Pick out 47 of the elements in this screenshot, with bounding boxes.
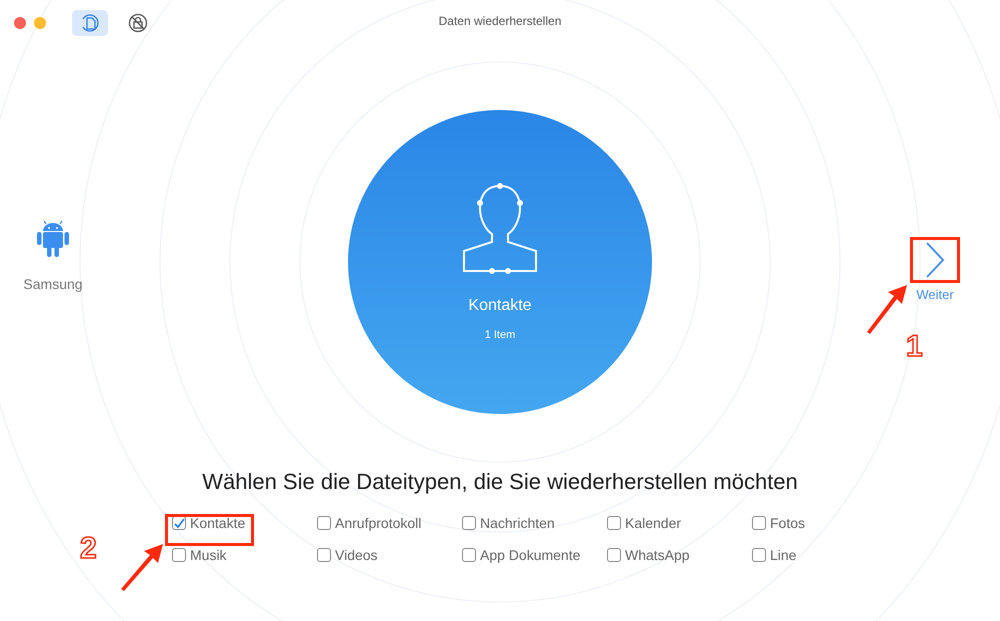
file-type-checkbox[interactable]: Musik <box>172 547 227 563</box>
device-name: Samsung <box>23 276 83 292</box>
file-type-label: Videos <box>335 547 378 563</box>
file-type-label: Line <box>770 547 796 563</box>
file-type-checkbox[interactable]: Line <box>752 547 796 563</box>
file-type-label: Musik <box>190 547 227 563</box>
checkmark-icon <box>174 518 184 528</box>
checkbox[interactable] <box>752 548 766 562</box>
file-type-checkbox[interactable]: Fotos <box>752 515 806 531</box>
checkbox[interactable] <box>462 516 476 530</box>
checkbox[interactable] <box>317 516 331 530</box>
file-type-checkbox[interactable]: Nachrichten <box>462 515 555 531</box>
window-title: Daten wiederherstellen <box>438 14 562 28</box>
checkbox[interactable] <box>607 548 621 562</box>
next-button[interactable]: Weiter <box>910 236 960 302</box>
file-type-label: App Dokumente <box>480 547 580 563</box>
checkbox[interactable] <box>607 516 621 530</box>
file-type-label: Kontakte <box>190 515 246 531</box>
instruction-heading: Wählen Sie die Dateitypen, die Sie wiederherstellen möchten <box>201 469 799 495</box>
document-restore-icon <box>80 12 100 32</box>
checkbox[interactable] <box>462 548 476 562</box>
file-type-label: Kalender <box>625 515 682 531</box>
checkbox[interactable] <box>172 516 186 530</box>
lock-crossed-icon <box>128 12 148 32</box>
close-button[interactable] <box>14 16 26 28</box>
file-type-checkbox[interactable]: App Dokumente <box>462 547 580 563</box>
file-type-label: Fotos <box>770 515 806 531</box>
file-type-label: WhatsApp <box>625 547 690 563</box>
file-type-checkbox[interactable]: Kontakte <box>172 515 246 531</box>
file-type-label: Nachrichten <box>480 515 555 531</box>
file-type-checkbox[interactable]: Videos <box>317 547 378 563</box>
pointer-arrow <box>866 284 908 334</box>
file-type-checkbox[interactable]: Anrufprotokoll <box>317 515 422 531</box>
chevron-right-icon <box>925 240 945 278</box>
android-icon <box>36 218 70 258</box>
file-type-checkbox[interactable]: Kalender <box>607 515 682 531</box>
checkbox[interactable] <box>752 516 766 530</box>
checkbox[interactable] <box>317 548 331 562</box>
file-type-label: Anrufprotokoll <box>335 515 422 531</box>
item-count: 1 Item <box>484 329 516 341</box>
category-name: Kontakte <box>468 297 532 315</box>
pointer-arrow <box>120 543 164 591</box>
file-type-checkbox[interactable]: WhatsApp <box>607 547 690 563</box>
annotation-number: 2 <box>80 532 97 566</box>
checkbox[interactable] <box>172 548 186 562</box>
toolbar-button[interactable] <box>72 10 108 36</box>
annotation-number: 1 <box>906 330 923 364</box>
